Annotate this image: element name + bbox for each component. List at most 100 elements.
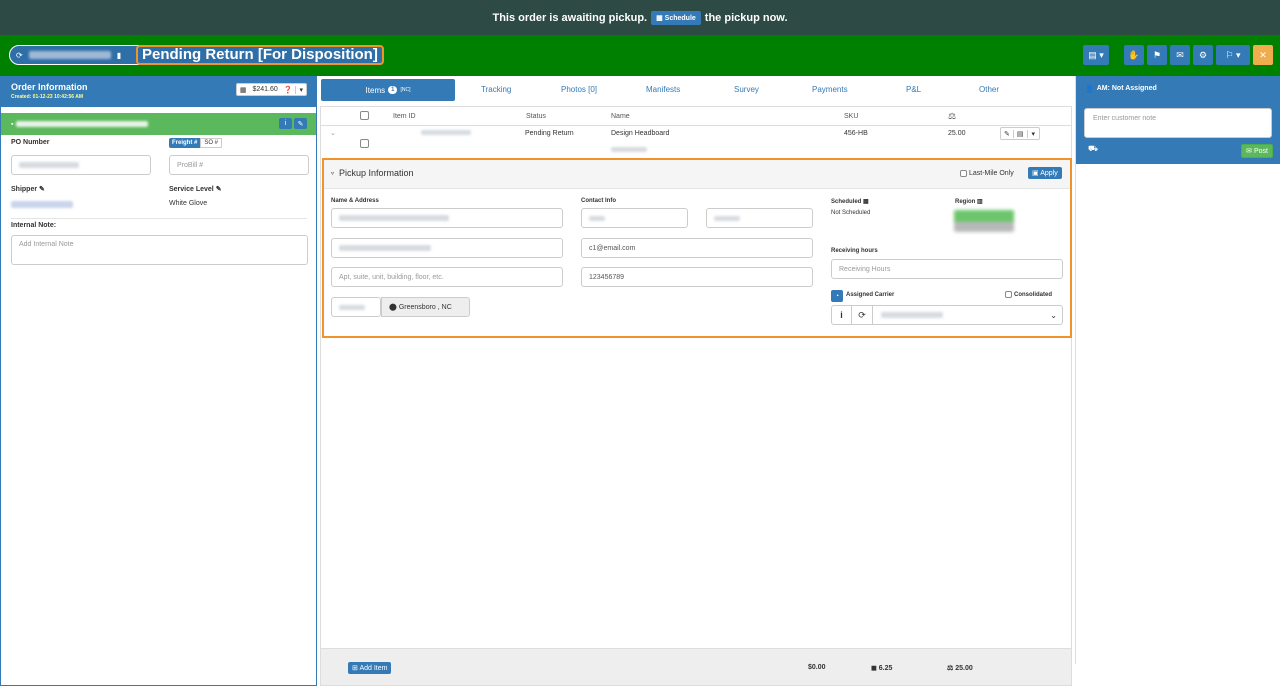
zip-input[interactable] (331, 297, 381, 317)
select-all-checkbox[interactable] (360, 111, 369, 120)
collapse-icon[interactable]: ▿ (331, 170, 334, 177)
last-name-input[interactable] (706, 208, 813, 228)
gear-icon[interactable]: ⚙ (1193, 45, 1213, 65)
address2-input[interactable]: Apt, suite, unit, building, floor, etc. (331, 267, 563, 287)
table-row[interactable]: ⌄ Pending Return Design Headboard 456-HB… (321, 127, 1071, 157)
carrier-value (881, 312, 943, 318)
order-id-pill[interactable]: ⟳ ▮ Pending Return [For Disposition] (9, 45, 384, 65)
internal-note-input[interactable]: Add Internal Note (11, 235, 308, 265)
items-nc-tag: [NC] (400, 87, 411, 93)
apply-button[interactable]: ▣ Apply (1028, 167, 1062, 179)
barcode-icon[interactable]: ▤ (1012, 129, 1027, 138)
phone-input[interactable]: 123456789 (581, 267, 813, 287)
tab-tracking[interactable]: Tracking (481, 85, 511, 94)
order-info-panel: Order Information Created: 01-12-23 10:4… (0, 76, 317, 686)
carrier-select[interactable]: ⌄ (873, 306, 1062, 324)
refresh-icon[interactable]: ⟳ (16, 51, 23, 60)
edit-icon[interactable]: ✎ (1001, 130, 1013, 138)
rss-icon: ◔ (831, 290, 843, 302)
row-name-detail (611, 147, 647, 152)
banner-text-pre: This order is awaiting pickup. (492, 11, 648, 24)
tab-photos[interactable]: Photos [0] (561, 85, 597, 94)
edit-icon[interactable]: ✎ (294, 118, 307, 129)
receiving-hours-input[interactable]: Receiving Hours (831, 259, 1063, 279)
row-checkbox[interactable] (360, 139, 369, 148)
close-icon[interactable]: ✕ (1253, 45, 1273, 65)
last-mile-label: Last-Mile Only (969, 170, 1014, 177)
calendar-icon: ▦ (656, 14, 665, 22)
tab-payments[interactable]: Payments (812, 85, 848, 94)
customer-notes-panel: 👤 AM: Not Assigned Enter customer note ⛟… (1075, 76, 1280, 664)
document-menu-button[interactable]: ▤ ▾ (1083, 45, 1109, 65)
probill-input[interactable]: ProBill # (169, 155, 309, 175)
schedule-button[interactable]: ▦ Schedule (651, 10, 701, 25)
price-dropdown[interactable]: ▦ $241.60 ❓ ▾ (235, 83, 307, 96)
address-input[interactable] (331, 238, 563, 258)
post-button[interactable]: ✉ Post (1241, 144, 1273, 158)
row-status: Pending Return (525, 130, 574, 137)
po-number-value (19, 162, 79, 168)
order-number (28, 51, 111, 59)
email-input[interactable]: c1@email.com (581, 238, 813, 258)
last-mile-option[interactable]: Last-Mile Only (960, 170, 1014, 177)
name-address-label: Name & Address (331, 198, 379, 204)
name-input[interactable] (331, 208, 563, 228)
flag-icon[interactable]: ⚑ (1147, 45, 1167, 65)
plus-square-icon: ▪ (11, 120, 14, 128)
consolidated-label: Consolidated (1014, 291, 1053, 298)
first-name-input[interactable] (581, 208, 688, 228)
envelope-icon[interactable]: ✉ (1170, 45, 1190, 65)
order-header: ⟳ ▮ Pending Return [For Disposition] ▤ ▾… (0, 35, 1280, 76)
items-table-header: Item ID Status Name SKU ⚖ (321, 107, 1071, 126)
footer-total: $0.00 (808, 664, 826, 671)
service-level-label: Service Level ✎ (169, 185, 222, 193)
schedule-button-label: Schedule (664, 14, 696, 22)
city-display: ⬤ Greensboro , NC (381, 297, 470, 317)
status-title: Pending Return [For Disposition] (136, 45, 384, 65)
receiving-hours-label: Receiving hours (831, 248, 878, 254)
footer-cube: ◼ 6.25 (871, 664, 892, 672)
chevron-down-icon[interactable]: ⌄ (330, 129, 336, 137)
region-label: Region ▥ (955, 198, 983, 205)
name-value (339, 215, 449, 221)
pickup-banner: This order is awaiting pickup. ▦ Schedul… (0, 0, 1280, 35)
comments-icon: ✉ (1246, 148, 1254, 155)
internal-note-label: Internal Note: (11, 222, 57, 229)
scheduled-value: Not Scheduled (831, 210, 871, 216)
info-icon[interactable]: i (832, 306, 852, 324)
chevron-down-icon: ▾ (295, 85, 306, 94)
row-actions[interactable]: ✎ ▤ ▾ (1000, 127, 1041, 140)
chevron-down-icon[interactable]: ▾ (1026, 129, 1040, 138)
footer-weight-value: 25.00 (955, 665, 973, 672)
customer-note-input[interactable]: Enter customer note (1084, 108, 1272, 138)
tab-manifests[interactable]: Manifests (646, 85, 680, 94)
tab-items[interactable]: Items 1 [NC] (321, 79, 455, 101)
last-name-value (714, 215, 740, 221)
freight-tab[interactable]: Freight # (169, 138, 201, 148)
pickup-header: ▿ Pickup Information Last-Mile Only ▣ Ap… (324, 160, 1070, 189)
po-number-input[interactable] (11, 155, 151, 175)
shipper-label-text: Shipper (11, 186, 38, 193)
tab-other[interactable]: Other (979, 85, 999, 94)
tab-survey[interactable]: Survey (734, 85, 759, 94)
row-item-id (421, 130, 471, 135)
consolidated-option[interactable]: Consolidated (1005, 291, 1052, 298)
divider (11, 218, 307, 219)
info-icon[interactable]: i (279, 118, 292, 129)
tab-pl[interactable]: P&L (906, 85, 921, 94)
banner-text-post: the pickup now. (704, 11, 788, 24)
save-icon: ▣ (1032, 170, 1041, 177)
row-weight: 25.00 (948, 130, 966, 137)
scheduled-label-text: Scheduled (831, 199, 862, 205)
edit-icon[interactable]: ✎ (216, 186, 222, 193)
edit-icon[interactable]: ✎ (39, 186, 45, 193)
add-item-button[interactable]: ⊞ Add Item (348, 662, 392, 674)
last-mile-checkbox[interactable] (960, 170, 967, 177)
hand-icon[interactable]: ✋ (1124, 45, 1144, 65)
customer-bar: ▪ i ✎ (1, 113, 316, 135)
so-tab[interactable]: SO # (200, 138, 223, 148)
refresh-icon[interactable]: ⟳ (852, 306, 873, 324)
route-menu-button[interactable]: ⚐ ▾ (1216, 45, 1250, 65)
consolidated-checkbox[interactable] (1005, 291, 1012, 298)
service-level-label-text: Service Level (169, 186, 214, 193)
